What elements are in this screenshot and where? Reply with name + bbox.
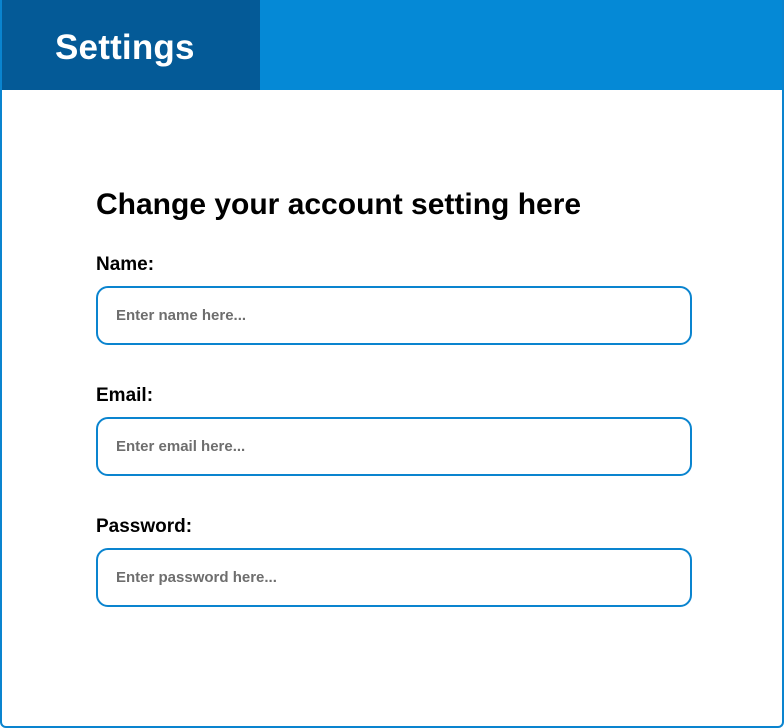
email-label: Email: [96,385,154,406]
email-input[interactable] [96,417,692,476]
email-field-group: Email: [96,385,692,476]
name-label: Name: [96,254,155,275]
name-input[interactable] [96,286,692,345]
header-title: Settings [55,28,195,67]
password-input[interactable] [96,548,692,607]
password-label: Password: [96,516,193,537]
header-bar: Settings [2,0,782,90]
password-field-group: Password: [96,516,692,607]
settings-window: Settings Change your account setting her… [0,0,784,728]
account-settings-form: Change your account setting here Name: E… [96,186,692,607]
name-field-group: Name: [96,254,692,345]
settings-tab[interactable]: Settings [2,0,260,90]
form-heading: Change your account setting here [96,188,582,221]
